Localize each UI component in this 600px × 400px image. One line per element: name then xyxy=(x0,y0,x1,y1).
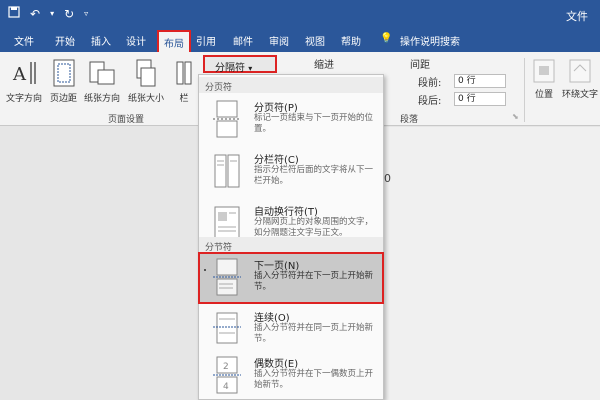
wrap-text-button[interactable]: 环绕文字 xyxy=(562,58,598,100)
columns-icon xyxy=(176,61,192,85)
tab-design[interactable]: 设计 xyxy=(126,33,146,48)
space-before-input[interactable]: 0 行 xyxy=(454,74,506,88)
tab-help[interactable]: 帮助 xyxy=(341,33,361,48)
columns-button[interactable]: 栏 xyxy=(174,58,194,104)
space-after-label: 段后: xyxy=(418,96,442,107)
tell-me-search[interactable]: 操作说明搜索 xyxy=(400,33,460,48)
breaks-button[interactable]: 分隔符 ▾ xyxy=(203,55,277,74)
space-before-label: 段前: xyxy=(418,78,442,89)
tab-references[interactable]: 引用 xyxy=(196,33,216,48)
position-icon xyxy=(533,59,555,83)
section-header-page-breaks: 分页符 xyxy=(199,77,383,93)
tab-view[interactable]: 视图 xyxy=(305,33,325,48)
tab-insert[interactable]: 插入 xyxy=(91,33,111,48)
space-after-input[interactable]: 0 行 xyxy=(454,92,506,106)
section-header-section-breaks: 分节符 xyxy=(199,237,383,253)
menu-item-next-page[interactable]: 下一页(N) 插入分节符并在下一页上开始新节。 xyxy=(198,252,384,304)
svg-text:4: 4 xyxy=(223,382,229,392)
tab-review[interactable]: 审阅 xyxy=(269,33,289,48)
next-page-section-icon xyxy=(213,258,241,296)
lightbulb-icon: 💡 xyxy=(380,33,393,44)
chevron-down-icon: ▾ xyxy=(248,64,253,73)
page-break-icon xyxy=(213,100,241,138)
paper-size-icon xyxy=(136,59,156,87)
tab-mailings[interactable]: 邮件 xyxy=(233,33,253,48)
group-label-paragraph: 段落 xyxy=(400,115,419,125)
dropdown-arrow-icon[interactable]: ▾ xyxy=(50,9,54,18)
margins-icon xyxy=(53,59,74,87)
svg-text:A: A xyxy=(12,64,27,85)
undo-icon[interactable]: ↶ xyxy=(30,7,40,21)
continuous-section-icon xyxy=(213,312,241,344)
customize-qat-icon[interactable]: ▿ xyxy=(84,9,88,18)
text-direction-icon: A xyxy=(12,62,36,85)
bullet-marker xyxy=(204,269,206,271)
menu-item-column-break[interactable]: 分栏符(C) 指示分栏符后面的文字将从下一栏开始。 xyxy=(199,147,383,199)
group-label-page-setup: 页面设置 xyxy=(108,115,145,125)
title-bar: ↶ ▾ ↻ ▿ 文件 xyxy=(0,0,600,30)
column-break-icon xyxy=(214,154,240,188)
tab-layout[interactable]: 布局 xyxy=(157,30,191,52)
menu-item-even-page[interactable]: 24 偶数页(E) 插入分节符并在下一偶数页上开始新节。 xyxy=(199,351,383,399)
position-button[interactable]: 位置 xyxy=(532,58,556,100)
orientation-icon xyxy=(89,61,115,85)
dialog-launcher-icon[interactable]: ⬊ xyxy=(512,112,519,121)
size-button[interactable]: 纸张大小 xyxy=(128,58,164,104)
page-text: 0 xyxy=(384,172,391,185)
redo-icon[interactable]: ↻ xyxy=(64,7,74,21)
even-page-section-icon: 24 xyxy=(213,356,241,394)
margins-button[interactable]: 页边距 xyxy=(50,58,77,104)
save-icon[interactable] xyxy=(8,6,20,21)
menu-item-continuous[interactable]: 连续(O) 插入分节符并在同一页上开始新节。 xyxy=(199,305,383,351)
group-separator xyxy=(524,58,525,122)
quick-access-toolbar: ↶ ▾ ↻ ▿ xyxy=(8,6,88,21)
text-direction-button[interactable]: A 文字方向 xyxy=(6,58,42,104)
tab-home[interactable]: 开始 xyxy=(55,33,75,48)
svg-text:2: 2 xyxy=(223,362,229,372)
tab-file[interactable]: 文件 xyxy=(14,33,34,48)
spacing-label: 间距 xyxy=(410,60,430,71)
menu-item-page-break[interactable]: 分页符(P) 标记一页结束与下一页开始的位置。 xyxy=(199,95,383,147)
breaks-dropdown-menu: 分页符 分页符(P) 标记一页结束与下一页开始的位置。 分栏符(C) 指示分栏符… xyxy=(198,74,384,400)
wrap-text-icon xyxy=(569,59,591,83)
ribbon-tab-bar: 文件 开始 插入 设计 布局 引用 邮件 审阅 视图 帮助 💡 操作说明搜索 xyxy=(0,30,600,52)
window-file-label: 文件 xyxy=(566,10,588,23)
orientation-button[interactable]: 纸张方向 xyxy=(84,58,120,104)
document-page[interactable]: 0 xyxy=(380,127,600,400)
indent-label: 缩进 xyxy=(314,60,334,71)
